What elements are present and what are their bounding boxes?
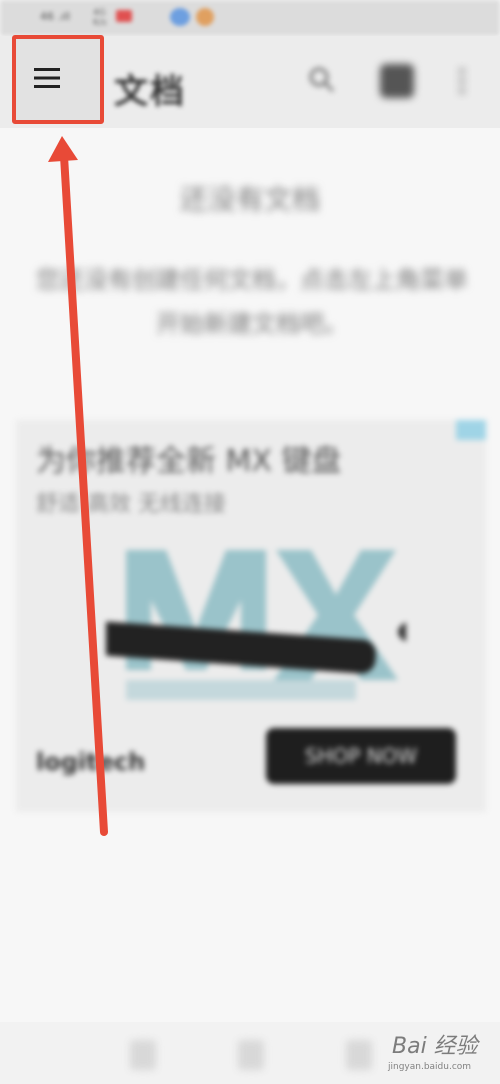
nav-item-left[interactable] [130,1040,156,1070]
nav-item-right[interactable] [346,1040,372,1070]
watermark-logo: Bai 经验 [392,1034,478,1059]
nav-item-center[interactable] [238,1040,264,1070]
ad-card[interactable]: 为你推荐全新 MX 键盘 舒适 高效 无线连接 logitech SHOP NO… [16,420,486,812]
ad-title: 为你推荐全新 MX 键盘 [36,444,342,479]
empty-state-description: 您还没有创建任何文档，点击左上角菜单开始新建文档吧。 [36,266,468,338]
status-bar: 46 .ıll 4G K/s [0,0,500,36]
ad-brand: logitech [36,748,146,776]
folder-icon[interactable] [380,64,414,98]
battery-icon [116,10,132,22]
ad-subtitle: 舒适 高效 无线连接 [36,492,226,517]
app-title: 文档 [114,72,186,112]
menu-button[interactable] [12,35,104,124]
notification-icon-secondary [196,8,214,26]
watermark: Bai 经验 jingyan.baidu.com [388,1026,500,1084]
network-speed: 4G K/s [93,8,107,28]
ad-badge [456,420,486,440]
keyboard-image [106,550,406,700]
more-icon[interactable] [454,66,470,96]
notification-icon [170,8,190,26]
watermark-url: jingyan.baidu.com [388,1062,472,1072]
search-icon[interactable] [308,66,336,94]
shop-now-button[interactable]: SHOP NOW [266,728,456,784]
signal-text: 46 .ıll [40,10,71,23]
empty-state-heading: 还没有文档 [179,183,320,216]
hamburger-menu-icon [34,68,60,88]
